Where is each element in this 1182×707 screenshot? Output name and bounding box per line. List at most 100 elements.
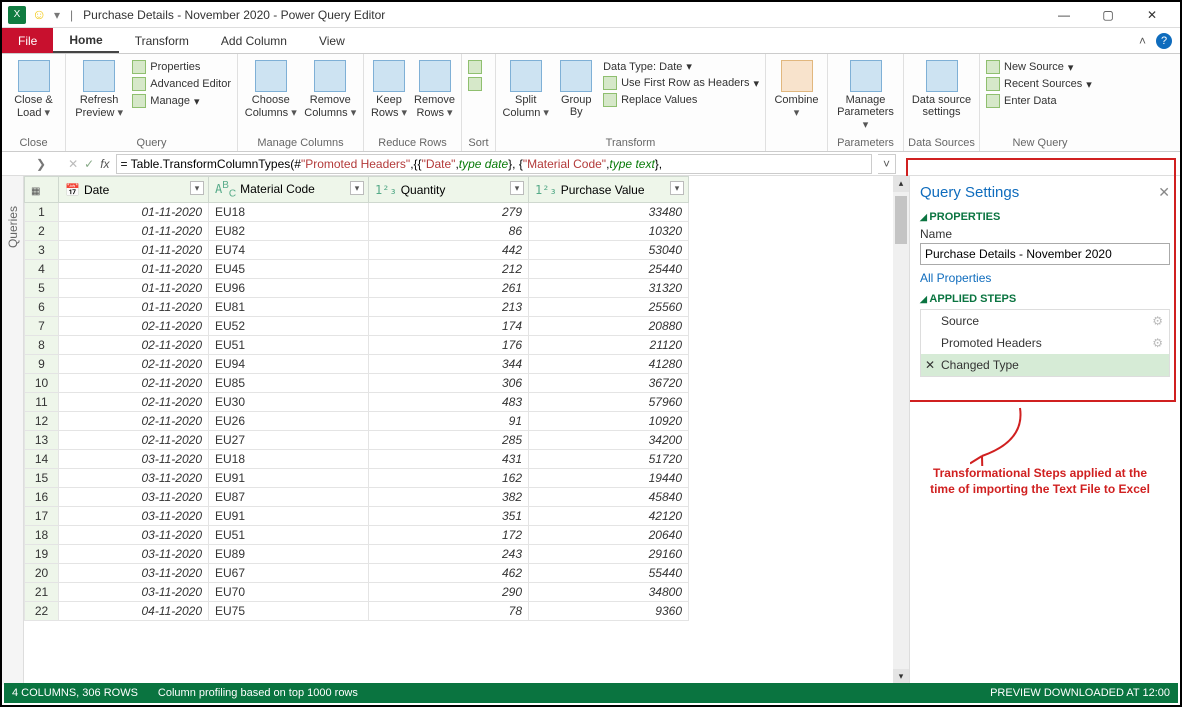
queries-expand-icon[interactable]: ❯ [36, 157, 46, 171]
cell-quantity[interactable]: 212 [369, 260, 529, 279]
table-row[interactable]: 4 01-11-2020 EU45 212 25440 [25, 260, 909, 279]
cell-material[interactable]: EU45 [209, 260, 369, 279]
replace-values-button[interactable]: Replace Values [603, 93, 759, 107]
table-row[interactable]: 20 03-11-2020 EU67 462 55440 [25, 564, 909, 583]
cell-date[interactable]: 01-11-2020 [59, 222, 209, 241]
cell-date[interactable]: 03-11-2020 [59, 469, 209, 488]
cell-quantity[interactable]: 261 [369, 279, 529, 298]
filter-dd-pv[interactable]: ▾ [670, 181, 684, 195]
cell-purchase-value[interactable]: 29160 [529, 545, 689, 564]
cell-purchase-value[interactable]: 41280 [529, 355, 689, 374]
table-row[interactable]: 14 03-11-2020 EU18 431 51720 [25, 450, 909, 469]
new-source-button[interactable]: New Source ▾ [986, 60, 1092, 74]
sort-asc-button[interactable] [468, 60, 482, 74]
cell-purchase-value[interactable]: 31320 [529, 279, 689, 298]
section-applied-steps[interactable]: APPLIED STEPS [920, 293, 1170, 305]
row-number[interactable]: 11 [25, 393, 59, 412]
refresh-preview-button[interactable]: Refresh Preview [72, 58, 126, 119]
cell-date[interactable]: 02-11-2020 [59, 336, 209, 355]
enter-data-button[interactable]: Enter Data [986, 94, 1092, 108]
settings-close-icon[interactable]: ✕ [1158, 184, 1170, 201]
cell-date[interactable]: 03-11-2020 [59, 564, 209, 583]
row-number[interactable]: 22 [25, 602, 59, 621]
cell-quantity[interactable]: 86 [369, 222, 529, 241]
tab-add-column[interactable]: Add Column [205, 28, 303, 53]
table-row[interactable]: 3 01-11-2020 EU74 442 53040 [25, 241, 909, 260]
gear-icon[interactable]: ⚙ [1152, 336, 1163, 350]
cell-material[interactable]: EU67 [209, 564, 369, 583]
keep-rows-button[interactable]: Keep Rows [370, 58, 408, 119]
cell-material[interactable]: EU91 [209, 469, 369, 488]
data-type-button[interactable]: Data Type: Date ▾ [603, 60, 759, 73]
cell-material[interactable]: EU85 [209, 374, 369, 393]
cell-material[interactable]: EU18 [209, 203, 369, 222]
table-row[interactable]: 22 04-11-2020 EU75 78 9360 [25, 602, 909, 621]
cell-date[interactable]: 03-11-2020 [59, 545, 209, 564]
cell-material[interactable]: EU30 [209, 393, 369, 412]
tab-file[interactable]: File [2, 28, 53, 53]
section-properties[interactable]: PROPERTIES [920, 211, 1170, 223]
row-number[interactable]: 15 [25, 469, 59, 488]
tab-view[interactable]: View [303, 28, 361, 53]
cell-purchase-value[interactable]: 42120 [529, 507, 689, 526]
queries-pane-collapsed[interactable]: Queries [2, 176, 24, 685]
table-row[interactable]: 16 03-11-2020 EU87 382 45840 [25, 488, 909, 507]
cell-date[interactable]: 02-11-2020 [59, 374, 209, 393]
table-row[interactable]: 21 03-11-2020 EU70 290 34800 [25, 583, 909, 602]
grid-scrollbar[interactable]: ▴ ▾ [893, 176, 909, 685]
cell-quantity[interactable]: 176 [369, 336, 529, 355]
cell-purchase-value[interactable]: 55440 [529, 564, 689, 583]
table-row[interactable]: 12 02-11-2020 EU26 91 10920 [25, 412, 909, 431]
cell-purchase-value[interactable]: 25440 [529, 260, 689, 279]
cell-date[interactable]: 03-11-2020 [59, 583, 209, 602]
cell-purchase-value[interactable]: 20640 [529, 526, 689, 545]
table-row[interactable]: 9 02-11-2020 EU94 344 41280 [25, 355, 909, 374]
cell-quantity[interactable]: 91 [369, 412, 529, 431]
row-header-corner[interactable]: ▦ [25, 177, 59, 203]
maximize-button[interactable]: ▢ [1086, 2, 1130, 28]
cell-material[interactable]: EU81 [209, 298, 369, 317]
row-number[interactable]: 18 [25, 526, 59, 545]
cell-purchase-value[interactable]: 20880 [529, 317, 689, 336]
step-promoted-headers[interactable]: Promoted Headers⚙ [921, 332, 1169, 354]
row-number[interactable]: 6 [25, 298, 59, 317]
row-number[interactable]: 8 [25, 336, 59, 355]
table-row[interactable]: 2 01-11-2020 EU82 86 10320 [25, 222, 909, 241]
formula-expand-icon[interactable]: ˅ [878, 154, 896, 174]
cell-quantity[interactable]: 344 [369, 355, 529, 374]
cell-date[interactable]: 01-11-2020 [59, 298, 209, 317]
cell-date[interactable]: 02-11-2020 [59, 317, 209, 336]
smiley-dropdown[interactable]: ▾ [54, 8, 60, 22]
row-number[interactable]: 4 [25, 260, 59, 279]
cell-material[interactable]: EU27 [209, 431, 369, 450]
cell-material[interactable]: EU51 [209, 336, 369, 355]
formula-commit-icon[interactable]: ✓ [84, 157, 94, 171]
cell-quantity[interactable]: 78 [369, 602, 529, 621]
scroll-up-icon[interactable]: ▴ [893, 176, 909, 192]
table-row[interactable]: 17 03-11-2020 EU91 351 42120 [25, 507, 909, 526]
row-number[interactable]: 21 [25, 583, 59, 602]
row-number[interactable]: 3 [25, 241, 59, 260]
filter-dd-date[interactable]: ▾ [190, 181, 204, 195]
cell-purchase-value[interactable]: 51720 [529, 450, 689, 469]
formula-cancel-icon[interactable]: ✕ [68, 157, 78, 171]
cell-date[interactable]: 03-11-2020 [59, 450, 209, 469]
row-number[interactable]: 13 [25, 431, 59, 450]
row-number[interactable]: 16 [25, 488, 59, 507]
cell-purchase-value[interactable]: 25560 [529, 298, 689, 317]
cell-material[interactable]: EU52 [209, 317, 369, 336]
cell-quantity[interactable]: 290 [369, 583, 529, 602]
table-row[interactable]: 13 02-11-2020 EU27 285 34200 [25, 431, 909, 450]
fx-icon[interactable]: fx [100, 157, 109, 171]
cell-quantity[interactable]: 442 [369, 241, 529, 260]
choose-columns-button[interactable]: Choose Columns [244, 58, 298, 119]
cell-quantity[interactable]: 279 [369, 203, 529, 222]
table-row[interactable]: 7 02-11-2020 EU52 174 20880 [25, 317, 909, 336]
properties-button[interactable]: Properties [132, 60, 231, 74]
cell-date[interactable]: 01-11-2020 [59, 241, 209, 260]
cell-date[interactable]: 02-11-2020 [59, 412, 209, 431]
cell-purchase-value[interactable]: 33480 [529, 203, 689, 222]
scroll-thumb[interactable] [895, 196, 907, 244]
cell-purchase-value[interactable]: 57960 [529, 393, 689, 412]
cell-purchase-value[interactable]: 21120 [529, 336, 689, 355]
